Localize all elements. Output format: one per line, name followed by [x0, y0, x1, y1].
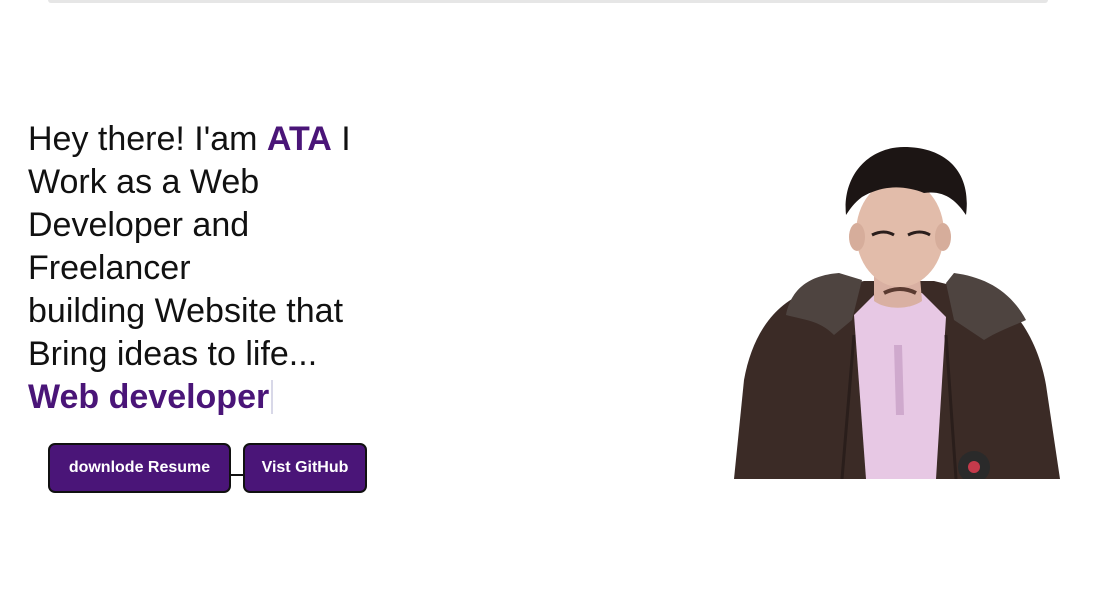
profile-photo [734, 147, 1060, 479]
greeting-tail: I [331, 120, 351, 158]
hero-actions: downlode Resume Vist GitHub [48, 443, 367, 493]
top-bar [0, 0, 1114, 6]
typed-role: Web developer [28, 378, 270, 416]
download-resume-button[interactable]: downlode Resume [48, 443, 231, 493]
ear-left [849, 223, 865, 251]
greeting-text: Hey there! I'am [28, 120, 267, 158]
ear-right [935, 223, 951, 251]
author-name: ATA [266, 120, 332, 158]
hero-heading: Hey there! I'am ATA I Work as a Web Deve… [28, 118, 418, 419]
hero-line-2: Work as a Web [28, 163, 260, 201]
face [856, 179, 944, 287]
typing-caret [271, 380, 274, 414]
hero-line-4: Freelancer [28, 249, 191, 287]
button-connector [231, 474, 243, 476]
hero-line-6: Bring ideas to life... [28, 335, 318, 373]
top-divider [48, 0, 1048, 3]
typed-role-line: Web developer [28, 376, 418, 419]
hero-line-5: building Website that [28, 292, 344, 330]
visit-github-button[interactable]: Vist GitHub [243, 443, 367, 493]
hero-line-3: Developer and [28, 206, 250, 244]
hero-line-1: Hey there! I'am ATA I [28, 118, 418, 161]
hero-section: Hey there! I'am ATA I Work as a Web Deve… [28, 118, 418, 419]
